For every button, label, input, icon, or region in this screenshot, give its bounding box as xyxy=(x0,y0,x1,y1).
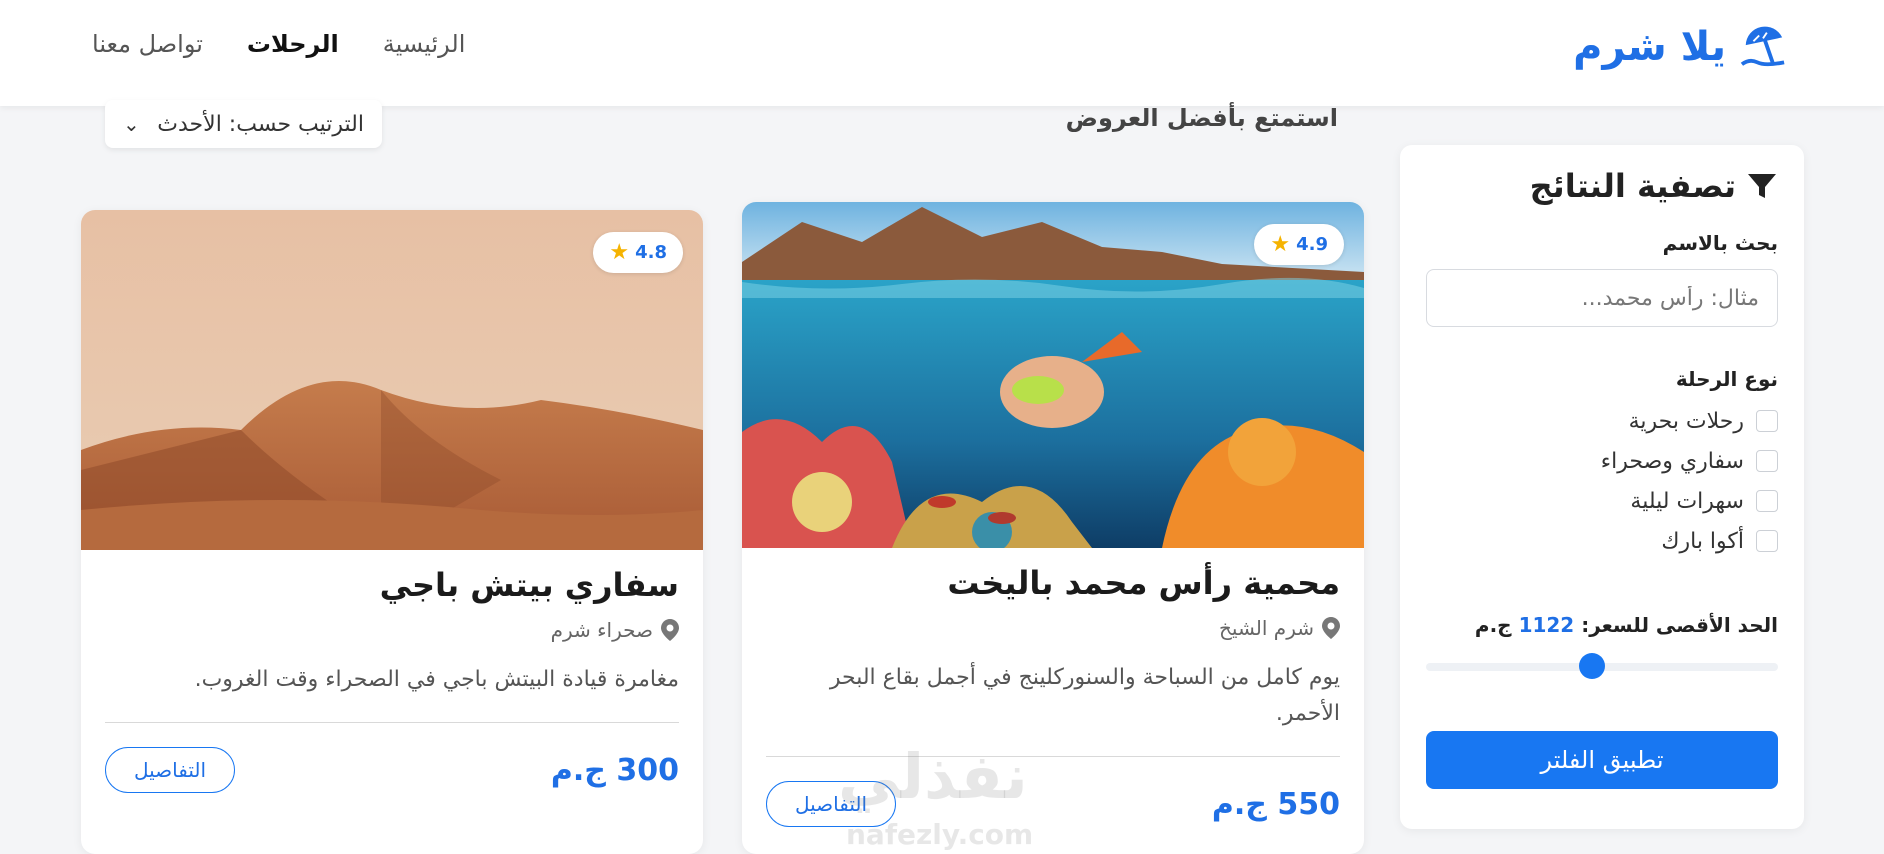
checkbox[interactable] xyxy=(1756,410,1778,432)
trip-card[interactable]: ★ 4.9 محمية رأس محمد باليخت شرم الشيخ يو… xyxy=(742,202,1364,854)
trip-title: سفاري بيتش باجي xyxy=(379,566,679,604)
brand-name: يلا شرم xyxy=(1573,24,1726,70)
nav-trips[interactable]: الرحلات xyxy=(247,30,339,58)
divider xyxy=(105,722,679,723)
filter-title: تصفية النتائج xyxy=(1426,167,1778,205)
star-icon: ★ xyxy=(1270,232,1291,257)
checkbox[interactable] xyxy=(1756,490,1778,512)
map-pin-icon xyxy=(661,619,679,641)
sort-dropdown[interactable]: الترتيب حسب: الأحدث ⌄ xyxy=(105,100,382,148)
checkbox[interactable] xyxy=(1756,450,1778,472)
trip-card[interactable]: ★ 4.8 سفاري بيتش باجي صحراء شرم مغامرة ق… xyxy=(81,210,703,854)
nav-home[interactable]: الرئيسية xyxy=(383,30,466,58)
trip-location: صحراء شرم xyxy=(105,618,679,642)
navbar: يلا شرم الرئيسية الرحلات تواصل معنا xyxy=(0,0,1884,106)
brand-logo[interactable]: يلا شرم xyxy=(1573,24,1786,70)
rating-badge: ★ 4.8 xyxy=(593,232,683,273)
trip-type-option[interactable]: أكوا بارك xyxy=(1426,521,1778,561)
max-price-value: 1122 xyxy=(1518,613,1575,637)
details-button[interactable]: التفاصيل xyxy=(105,747,236,793)
sort-label: الترتيب حسب: الأحدث xyxy=(157,111,364,137)
chevron-down-icon: ⌄ xyxy=(123,112,140,136)
star-icon: ★ xyxy=(609,240,630,265)
nav-contact[interactable]: تواصل معنا xyxy=(92,30,203,58)
filter-sidebar: تصفية النتائج بحث بالاسم نوع الرحلة رحلا… xyxy=(1400,145,1804,829)
trip-type-option[interactable]: سفاري وصحراء xyxy=(1426,441,1778,481)
beach-umbrella-icon xyxy=(1740,26,1785,67)
trip-description: يوم كامل من السباحة والسنوركلينج في أجمل… xyxy=(829,665,1340,726)
trip-image-desert: ★ 4.8 xyxy=(81,210,703,550)
filter-icon xyxy=(1748,174,1776,198)
trip-type-list: رحلات بحرية سفاري وصحراء سهرات ليلية أكو… xyxy=(1426,401,1778,561)
search-label: بحث بالاسم xyxy=(1662,231,1778,255)
trip-type-option[interactable]: سهرات ليلية xyxy=(1426,481,1778,521)
watermark-arabic: نفذلي xyxy=(838,740,1028,813)
max-price-label: الحد الأقصى للسعر: 1122 ج.م xyxy=(1474,613,1778,637)
nav-links: الرئيسية الرحلات تواصل معنا xyxy=(92,30,465,58)
trip-type-label: نوع الرحلة xyxy=(1675,367,1778,391)
trip-type-option[interactable]: رحلات بحرية xyxy=(1426,401,1778,441)
map-pin-icon xyxy=(1322,617,1340,639)
rating-badge: ★ 4.9 xyxy=(1254,224,1344,265)
trip-price: 550 ج.م xyxy=(1211,786,1340,822)
trip-location: شرم الشيخ xyxy=(766,616,1340,640)
trip-price: 300 ج.م xyxy=(550,752,679,788)
checkbox[interactable] xyxy=(1756,530,1778,552)
search-input[interactable] xyxy=(1426,269,1778,327)
price-slider-thumb[interactable] xyxy=(1579,653,1605,679)
page-subtitle: استمتع بأفضل العروض xyxy=(1065,104,1338,132)
apply-filter-button[interactable]: تطبيق الفلتر xyxy=(1426,731,1778,789)
trip-image-snorkeling: ★ 4.9 xyxy=(742,202,1364,548)
trip-description: مغامرة قيادة البيتش باجي في الصحراء وقت … xyxy=(194,667,679,692)
price-slider[interactable] xyxy=(1426,653,1778,679)
trip-title: محمية رأس محمد باليخت xyxy=(947,564,1340,602)
card-footer: 300 ج.م التفاصيل xyxy=(105,747,679,793)
watermark-url: nafezly.com xyxy=(846,818,1034,851)
